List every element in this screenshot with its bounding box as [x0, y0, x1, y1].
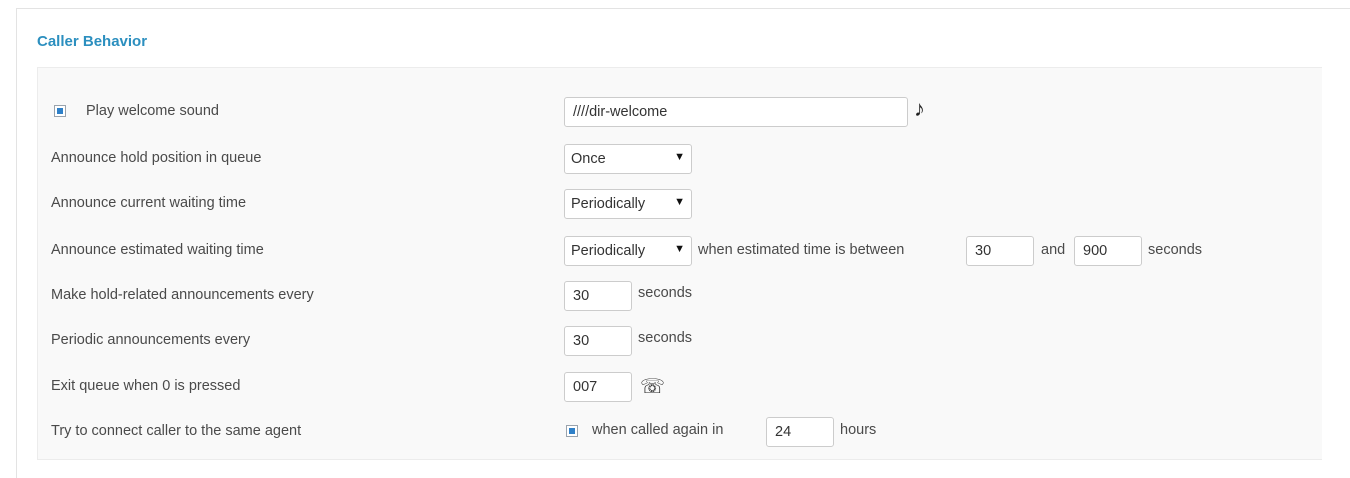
- periodic-interval-input[interactable]: [564, 326, 632, 356]
- row-welcome-sound: Play welcome sound ♪: [38, 95, 1322, 129]
- current-wait-label: Announce current waiting time: [51, 195, 247, 211]
- welcome-sound-checkbox[interactable]: [54, 105, 66, 117]
- periodic-interval-label: Periodic announcements every: [51, 332, 251, 348]
- caller-behavior-panel: Play welcome sound ♪ Announce hold posit…: [37, 67, 1322, 460]
- hold-interval-unit: seconds: [638, 285, 693, 301]
- current-wait-select[interactable]: Periodically ▼: [564, 189, 692, 219]
- telephone-icon[interactable]: ☏: [640, 374, 665, 399]
- music-note-icon[interactable]: ♪: [914, 96, 925, 122]
- hold-position-selected: Once: [571, 151, 606, 167]
- row-same-agent: Try to connect caller to the same agent …: [38, 415, 1322, 449]
- row-estimated-wait: Announce estimated waiting time Periodic…: [38, 234, 1322, 268]
- hold-interval-label: Make hold-related announcements every: [51, 287, 314, 303]
- welcome-sound-input[interactable]: [564, 97, 908, 127]
- caret-down-icon: ▼: [674, 196, 685, 208]
- same-agent-hours-input[interactable]: [766, 417, 834, 447]
- row-exit-queue: Exit queue when 0 is pressed ☏: [38, 370, 1322, 404]
- hold-interval-input[interactable]: [564, 281, 632, 311]
- same-agent-when-text: when called again in: [592, 422, 724, 438]
- exit-queue-label: Exit queue when 0 is pressed: [51, 378, 241, 394]
- same-agent-label: Try to connect caller to the same agent: [51, 423, 302, 439]
- estimated-wait-selected: Periodically: [571, 243, 646, 259]
- exit-queue-input[interactable]: [564, 372, 632, 402]
- caret-down-icon: ▼: [674, 151, 685, 163]
- current-wait-selected: Periodically: [571, 196, 646, 212]
- caret-down-icon: ▼: [674, 243, 685, 255]
- estimated-wait-unit: seconds: [1148, 242, 1203, 258]
- estimated-wait-between-text: when estimated time is between: [698, 242, 905, 258]
- row-periodic-interval: Periodic announcements every seconds: [38, 324, 1322, 358]
- estimated-wait-and-text: and: [1041, 242, 1066, 258]
- row-hold-position: Announce hold position in queue Once ▼: [38, 142, 1322, 176]
- section-title: Caller Behavior: [37, 33, 148, 50]
- same-agent-checkbox[interactable]: [566, 425, 578, 437]
- estimated-wait-select[interactable]: Periodically ▼: [564, 236, 692, 266]
- estimated-wait-min-input[interactable]: [966, 236, 1034, 266]
- periodic-interval-unit: seconds: [638, 330, 693, 346]
- same-agent-unit: hours: [840, 422, 877, 438]
- estimated-wait-max-input[interactable]: [1074, 236, 1142, 266]
- estimated-wait-label: Announce estimated waiting time: [51, 242, 264, 258]
- caller-behavior-card: Caller Behavior Play welcome sound ♪ Ann…: [16, 8, 1350, 478]
- hold-position-label: Announce hold position in queue: [51, 150, 262, 166]
- welcome-sound-label: Play welcome sound: [86, 103, 219, 119]
- row-current-wait: Announce current waiting time Periodical…: [38, 187, 1322, 221]
- row-hold-interval: Make hold-related announcements every se…: [38, 279, 1322, 313]
- hold-position-select[interactable]: Once ▼: [564, 144, 692, 174]
